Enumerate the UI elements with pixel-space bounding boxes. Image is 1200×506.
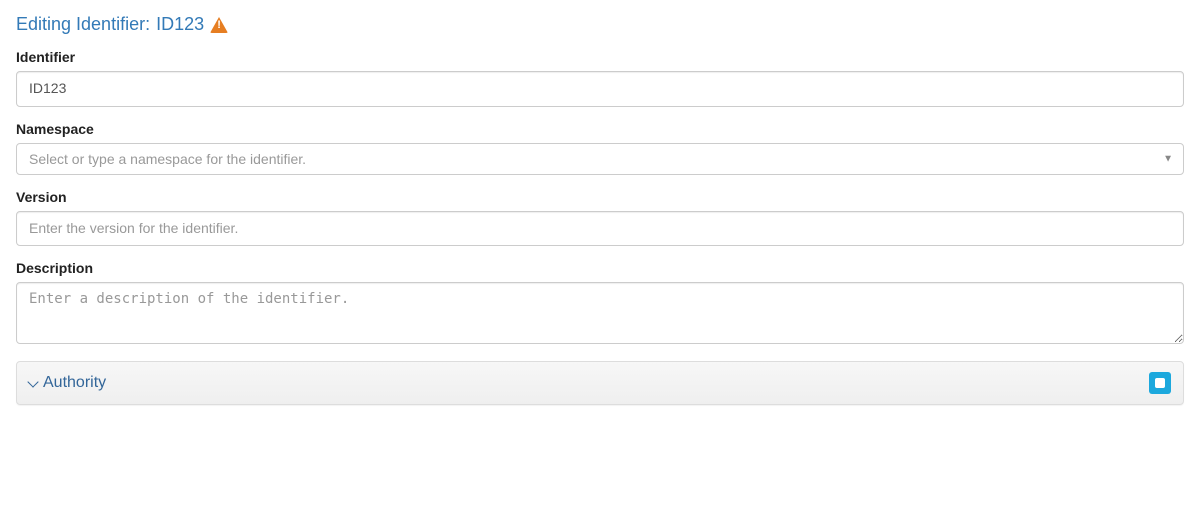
version-input[interactable]: [16, 211, 1184, 247]
description-label: Description: [16, 260, 1184, 276]
authority-label: Authority: [43, 374, 106, 392]
description-textarea[interactable]: [16, 282, 1184, 344]
identifier-group: Identifier: [16, 49, 1184, 107]
authority-toggle[interactable]: Authority: [29, 374, 106, 392]
warning-icon: [210, 17, 228, 33]
authority-panel: Authority: [16, 361, 1184, 405]
description-group: Description: [16, 260, 1184, 347]
page-title: Editing Identifier: ID123: [16, 14, 1184, 35]
namespace-label: Namespace: [16, 121, 1184, 137]
page-title-prefix: Editing Identifier:: [16, 14, 150, 35]
namespace-placeholder: Select or type a namespace for the ident…: [29, 151, 306, 167]
identifier-label: Identifier: [16, 49, 1184, 65]
authority-action-button[interactable]: [1149, 372, 1171, 394]
chevron-down-icon: [27, 376, 38, 387]
page-title-id: ID123: [156, 14, 204, 35]
identifier-input[interactable]: [16, 71, 1184, 107]
namespace-select[interactable]: Select or type a namespace for the ident…: [16, 143, 1184, 175]
version-label: Version: [16, 189, 1184, 205]
square-stop-icon: [1155, 378, 1165, 388]
namespace-group: Namespace Select or type a namespace for…: [16, 121, 1184, 175]
version-group: Version: [16, 189, 1184, 247]
dropdown-arrow-icon: ▼: [1163, 153, 1173, 164]
